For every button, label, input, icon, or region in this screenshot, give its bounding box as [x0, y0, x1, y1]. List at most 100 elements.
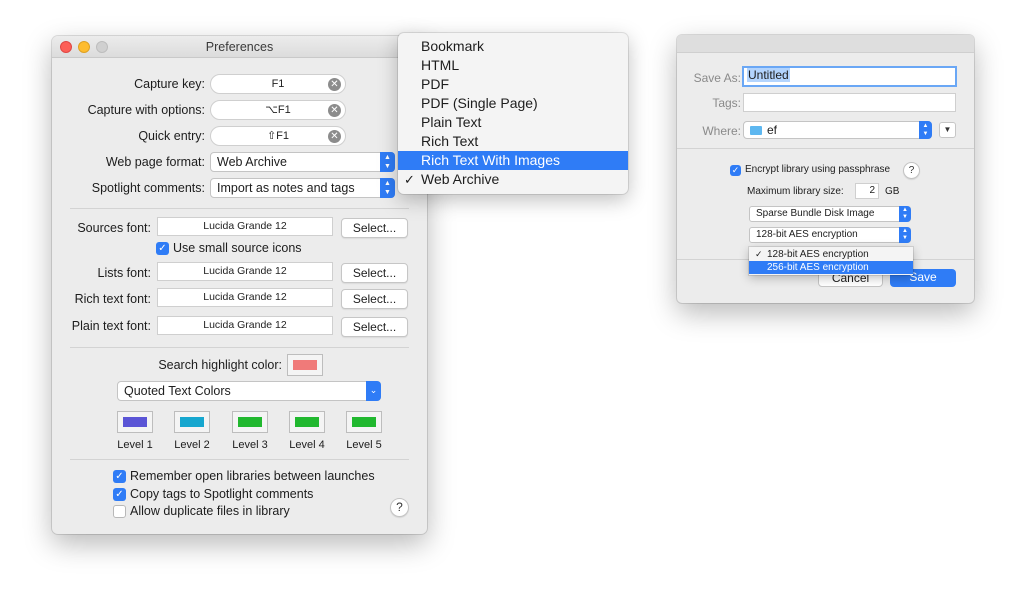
encryption-popup[interactable]: 128-bit AES encryption ▲ ▼	[749, 227, 911, 243]
popup-arrows-icon: ▲ ▼	[919, 121, 932, 139]
capture-options-value: ⌥F1	[265, 104, 291, 116]
popup-arrows-icon: ▲ ▼	[380, 178, 395, 198]
menu-item-256-bit[interactable]: 256-bit AES encryption	[749, 261, 913, 274]
clear-icon[interactable]: ✕	[328, 78, 341, 91]
menu-item-label: Bookmark	[421, 38, 485, 54]
folder-icon	[750, 126, 762, 135]
web-format-popup[interactable]: Web Archive ▲ ▼	[210, 152, 395, 172]
rich-text-font-select-button[interactable]: Select...	[341, 289, 408, 309]
sheet-top-bar	[677, 35, 974, 53]
where-value: ef	[767, 123, 778, 137]
spotlight-comments-label: Spotlight comments:	[91, 181, 205, 195]
allow-duplicates-checkbox[interactable]	[113, 505, 126, 518]
save-as-field[interactable]: Untitled	[742, 66, 957, 87]
menu-item-pdf-single-page[interactable]: PDF (Single Page)	[398, 94, 628, 113]
menu-item-label: Web Archive	[421, 171, 500, 187]
level-2-color-well[interactable]	[174, 411, 210, 433]
menu-item-label: 128-bit AES encryption	[767, 249, 869, 260]
help-button[interactable]: ?	[390, 498, 409, 517]
capture-options-label: Capture with options:	[87, 103, 205, 117]
level-3-label: Level 3	[232, 439, 268, 451]
menu-item-label: Rich Text With Images	[421, 152, 561, 168]
rich-text-font-field: Lucida Grande 12	[157, 288, 333, 307]
image-type-popup[interactable]: Sparse Bundle Disk Image ▲ ▼	[749, 206, 911, 222]
encrypt-label: Encrypt library using passphrase	[745, 164, 891, 175]
copy-tags-checkbox[interactable]: ✓	[113, 488, 126, 501]
tags-label: Tags:	[712, 96, 741, 110]
menu-item-rich-text[interactable]: Rich Text	[398, 132, 628, 151]
sources-font-field: Lucida Grande 12	[157, 217, 333, 236]
clear-icon[interactable]: ✕	[328, 104, 341, 117]
level-2-label: Level 2	[174, 439, 210, 451]
quoted-colors-popup[interactable]: Quoted Text Colors ⌄	[117, 381, 381, 401]
highlight-color-label: Search highlight color:	[158, 358, 282, 372]
plain-text-font-field: Lucida Grande 12	[157, 316, 333, 335]
menu-item-label: Rich Text	[421, 133, 479, 149]
web-format-menu: Bookmark HTML PDF PDF (Single Page) Plai…	[398, 33, 628, 194]
plain-text-font-select-button[interactable]: Select...	[341, 317, 408, 337]
menu-item-plain-text[interactable]: Plain Text	[398, 113, 628, 132]
popup-arrows-icon: ▲ ▼	[380, 152, 395, 172]
level-4-swatch	[295, 417, 319, 427]
web-format-label: Web page format:	[105, 155, 205, 169]
menu-item-label: HTML	[421, 57, 460, 73]
quick-entry-field[interactable]: ⇧F1 ✕	[210, 126, 346, 146]
quick-entry-value: ⇧F1	[266, 130, 290, 142]
menu-item-web-archive[interactable]: ✓ Web Archive	[398, 170, 628, 189]
small-icons-checkbox[interactable]: ✓	[156, 242, 169, 255]
level-5-color-well[interactable]	[346, 411, 382, 433]
separator	[70, 347, 409, 348]
highlight-color-well[interactable]	[287, 354, 323, 376]
quoted-colors-value: Quoted Text Colors	[124, 384, 231, 398]
level-1-swatch	[123, 417, 147, 427]
menu-item-rich-text-with-images[interactable]: Rich Text With Images	[398, 151, 628, 170]
level-3-color-well[interactable]	[232, 411, 268, 433]
menu-item-label: 256-bit AES encryption	[767, 262, 869, 273]
small-icons-label: Use small source icons	[173, 241, 302, 255]
menu-item-label: Plain Text	[421, 114, 482, 130]
level-4-color-well[interactable]	[289, 411, 325, 433]
capture-options-field[interactable]: ⌥F1 ✕	[210, 100, 346, 120]
clear-icon[interactable]: ✕	[328, 130, 341, 143]
spotlight-comments-popup[interactable]: Import as notes and tags ▲ ▼	[210, 178, 395, 198]
copy-tags-label: Copy tags to Spotlight comments	[130, 487, 314, 501]
menu-item-128-bit[interactable]: ✓ 128-bit AES encryption	[749, 248, 913, 261]
rich-text-font-label: Rich text font:	[74, 292, 151, 306]
help-button[interactable]: ?	[903, 162, 920, 179]
preferences-window: Preferences Capture key: F1 ✕ Capture wi…	[52, 36, 427, 534]
menu-item-bookmark[interactable]: Bookmark	[398, 37, 628, 56]
level-4-label: Level 4	[289, 439, 325, 451]
spotlight-comments-value: Import as notes and tags	[217, 181, 355, 195]
where-label: Where:	[702, 124, 741, 138]
encryption-value: 128-bit AES encryption	[756, 229, 858, 240]
max-size-label: Maximum library size:	[747, 186, 844, 197]
web-format-value: Web Archive	[217, 155, 287, 169]
level-1-color-well[interactable]	[117, 411, 153, 433]
remember-libraries-label: Remember open libraries between launches	[130, 469, 375, 483]
chevron-down-icon: ⌄	[366, 381, 381, 401]
highlight-color-swatch	[293, 360, 317, 370]
separator	[70, 459, 409, 460]
menu-item-html[interactable]: HTML	[398, 56, 628, 75]
lists-font-select-button[interactable]: Select...	[341, 263, 408, 283]
level-5-swatch	[352, 417, 376, 427]
menu-item-pdf[interactable]: PDF	[398, 75, 628, 94]
sources-font-select-button[interactable]: Select...	[341, 218, 408, 238]
where-popup[interactable]: ef ▲ ▼	[743, 121, 932, 139]
title-bar[interactable]: Preferences	[52, 36, 427, 58]
level-2-swatch	[180, 417, 204, 427]
plain-text-font-label: Plain text font:	[71, 319, 151, 333]
expand-chevron-icon[interactable]: ▼	[939, 122, 956, 138]
max-size-field[interactable]: 2	[855, 183, 879, 199]
allow-duplicates-label: Allow duplicate files in library	[130, 504, 290, 518]
quick-entry-label: Quick entry:	[138, 129, 205, 143]
menu-item-label: PDF (Single Page)	[421, 95, 538, 111]
max-size-unit: GB	[885, 186, 900, 197]
save-as-label: Save As:	[693, 71, 741, 85]
tags-field[interactable]	[743, 93, 956, 112]
popup-arrows-icon: ▲ ▼	[899, 206, 911, 222]
capture-key-field[interactable]: F1 ✕	[210, 74, 346, 94]
encrypt-checkbox[interactable]: ✓	[730, 165, 741, 176]
capture-key-value: F1	[271, 78, 285, 90]
remember-libraries-checkbox[interactable]: ✓	[113, 470, 126, 483]
